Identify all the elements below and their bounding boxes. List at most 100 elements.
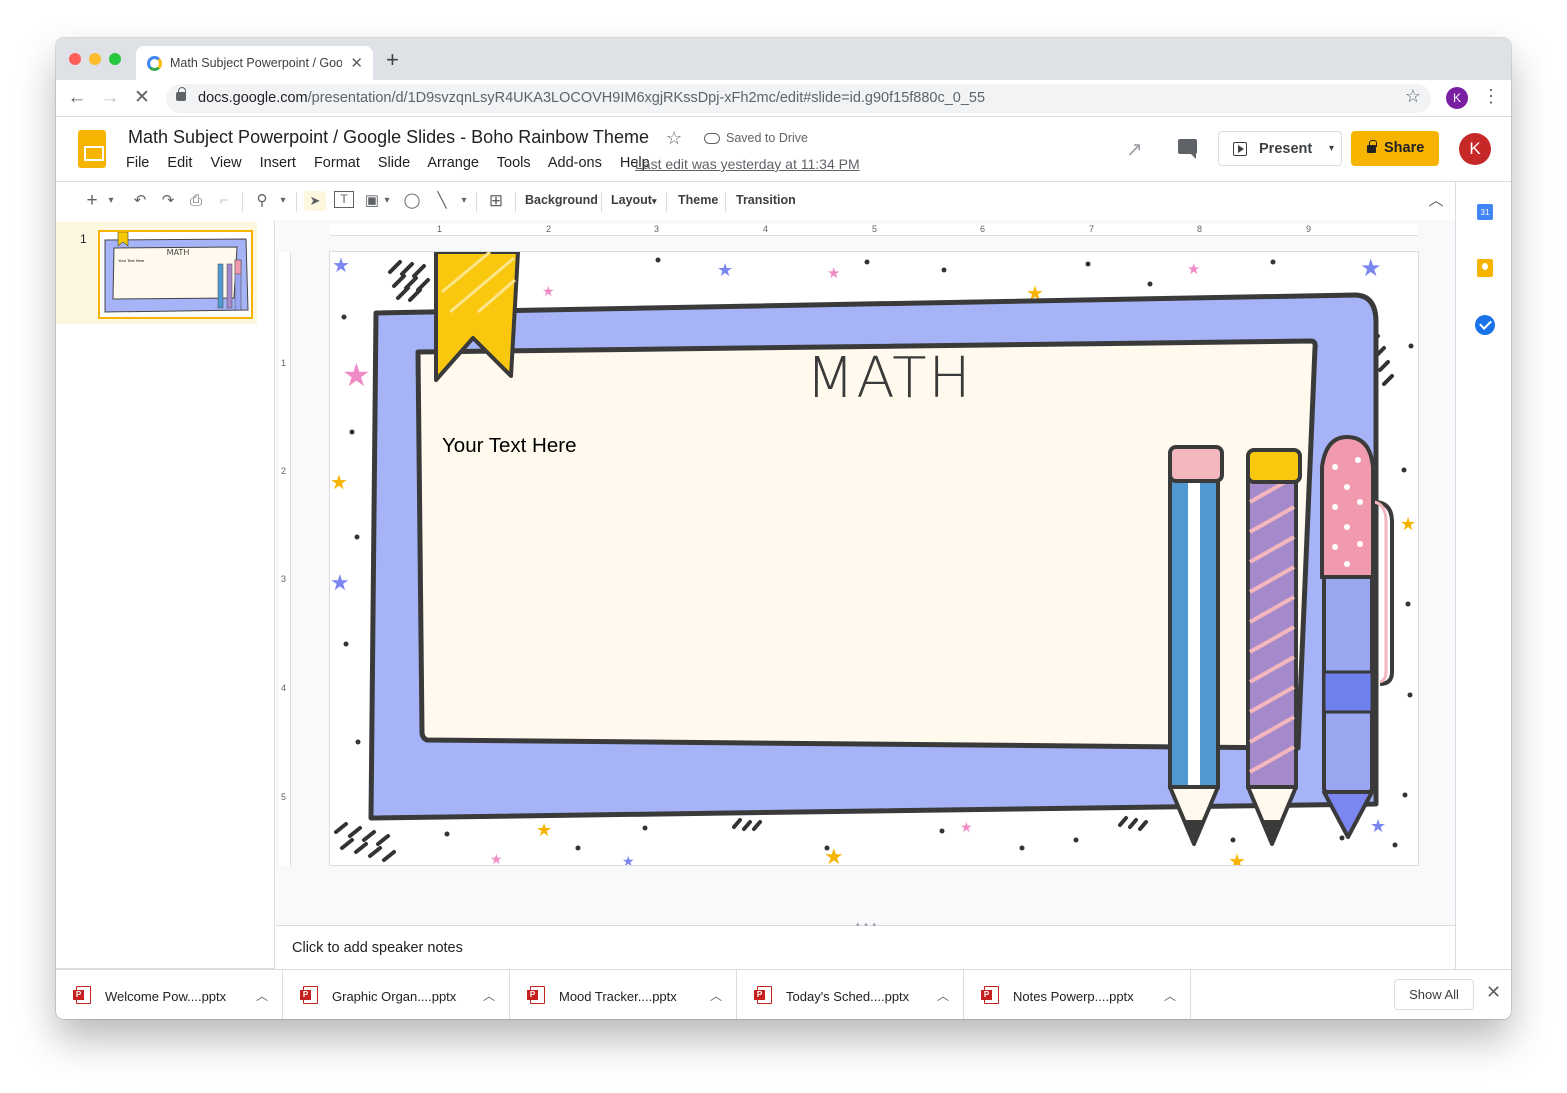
back-icon[interactable]: ←: [65, 86, 89, 110]
theme-button[interactable]: Theme: [678, 193, 718, 207]
pptx-file-icon: [73, 986, 91, 1004]
close-downloads-icon[interactable]: ✕: [1486, 982, 1501, 1003]
star-icon[interactable]: ☆: [666, 128, 682, 149]
menu-edit[interactable]: Edit: [167, 155, 192, 171]
slides-logo-icon[interactable]: [78, 130, 106, 168]
menu-tools[interactable]: Tools: [497, 155, 531, 171]
zoom-icon[interactable]: ⚲: [252, 191, 272, 211]
undo-icon[interactable]: ↶: [130, 191, 150, 211]
downloads-bar: Welcome Pow....pptx ︿ Graphic Organ....p…: [56, 969, 1511, 1019]
lock-icon: [176, 87, 186, 101]
paint-format-icon[interactable]: ⌐: [214, 191, 234, 211]
chevron-up-icon[interactable]: ︿: [256, 987, 268, 1004]
minimize-window-button[interactable]: [89, 53, 101, 65]
text-box-icon[interactable]: T: [334, 191, 354, 208]
menu-add-ons[interactable]: Add-ons: [548, 155, 602, 171]
saved-status: Saved to Drive: [726, 131, 808, 145]
menu-insert[interactable]: Insert: [260, 155, 296, 171]
toolbar-divider: [242, 192, 243, 212]
menu-format[interactable]: Format: [314, 155, 360, 171]
new-slide-caret-icon[interactable]: ▾: [106, 191, 116, 211]
slide-thumbnail[interactable]: MATH Your Text Here: [98, 230, 253, 319]
image-caret-icon[interactable]: ▾: [382, 191, 392, 211]
last-edit-link[interactable]: Last edit was yesterday at 11:34 PM: [635, 156, 860, 172]
menu-arrange[interactable]: Arrange: [427, 155, 479, 171]
notes-resize-handle[interactable]: • • •: [856, 920, 877, 931]
redo-icon[interactable]: ↷: [158, 191, 178, 211]
speaker-notes-placeholder[interactable]: Click to add speaker notes: [292, 940, 463, 956]
pptx-file-icon: [981, 986, 999, 1004]
calendar-icon[interactable]: 31: [1477, 204, 1493, 220]
ruler-number: 2: [281, 466, 287, 476]
slide-body-text[interactable]: Your Text Here: [442, 434, 576, 458]
share-button[interactable]: Share: [1351, 131, 1439, 166]
download-item[interactable]: Mood Tracker....pptx ︿: [510, 970, 737, 1019]
add-comment-icon[interactable]: ⊞: [486, 191, 506, 211]
toolbar-divider: [515, 192, 516, 212]
vertical-ruler[interactable]: 1 2 3 4 5: [279, 252, 291, 866]
tasks-icon[interactable]: [1475, 315, 1495, 335]
chevron-up-icon[interactable]: ︿: [1164, 987, 1176, 1004]
download-name: Today's Sched....pptx: [786, 989, 910, 1004]
account-avatar[interactable]: K: [1459, 133, 1491, 165]
forward-icon[interactable]: →: [98, 86, 122, 110]
new-slide-icon[interactable]: +: [82, 191, 102, 211]
download-item[interactable]: Today's Sched....pptx ︿: [737, 970, 964, 1019]
ruler-number: 2: [546, 224, 552, 234]
pptx-file-icon: [754, 986, 772, 1004]
ruler-number: 3: [654, 224, 660, 234]
chevron-up-icon[interactable]: ︿: [483, 987, 495, 1004]
shape-icon[interactable]: ◯: [402, 191, 422, 211]
pptx-file-icon: [527, 986, 545, 1004]
new-tab-button[interactable]: +: [386, 49, 399, 71]
chevron-up-icon[interactable]: ︿: [710, 987, 722, 1004]
toolbar-divider: [666, 192, 667, 212]
stop-loading-icon[interactable]: ✕: [130, 86, 154, 110]
keep-icon[interactable]: [1477, 259, 1493, 277]
omnibox[interactable]: docs.google.com/presentation/d/1D9svzqnL…: [166, 84, 1431, 113]
bookmark-star-icon[interactable]: ☆: [1405, 86, 1421, 107]
slide-title-text[interactable]: MATH: [806, 346, 971, 411]
svg-text:★: ★: [490, 852, 503, 865]
comment-history-icon[interactable]: [1178, 139, 1197, 159]
slide-canvas[interactable]: ★ ★ ★ ★ ★ ★ ★ ★ ★ ★ ★ ★ ★ ★ ★ ★ ★ ★ MATH…: [330, 252, 1418, 865]
download-item[interactable]: Welcome Pow....pptx ︿: [56, 970, 283, 1019]
document-title[interactable]: Math Subject Powerpoint / Google Slides …: [128, 127, 649, 148]
select-tool-icon[interactable]: ➤: [304, 191, 326, 211]
horizontal-ruler[interactable]: 1 2 3 4 5 6 7 8 9: [330, 224, 1418, 236]
menu-file[interactable]: File: [126, 155, 149, 171]
svg-text:★: ★: [827, 264, 840, 282]
browser-profile-avatar[interactable]: K: [1446, 87, 1468, 109]
side-panel: 31 ›: [1455, 182, 1511, 992]
layout-button[interactable]: Layout▾: [611, 193, 657, 207]
speaker-notes[interactable]: • • • Click to add speaker notes: [276, 920, 1455, 969]
line-icon[interactable]: ╲: [432, 191, 452, 211]
browser-menu-icon[interactable]: ⋮: [1482, 86, 1500, 107]
line-caret-icon[interactable]: ▾: [459, 191, 469, 211]
slide-thumbnail-row[interactable]: 1 MATH Your Text Here: [56, 222, 257, 324]
menu-slide[interactable]: Slide: [378, 155, 410, 171]
chevron-up-icon[interactable]: ︿: [937, 987, 949, 1004]
desktop: Math Subject Powerpoint / Goog ✕ + ← → ✕…: [0, 0, 1567, 1093]
menu-view[interactable]: View: [210, 155, 241, 171]
collapse-toolbar-icon[interactable]: ︿: [1426, 191, 1446, 211]
background-button[interactable]: Background: [525, 193, 598, 207]
activity-trend-icon[interactable]: ↗: [1126, 137, 1143, 162]
slides-header: Math Subject Powerpoint / Google Slides …: [56, 118, 1511, 182]
download-item[interactable]: Graphic Organ....pptx ︿: [283, 970, 510, 1019]
transition-button[interactable]: Transition: [736, 193, 796, 207]
zoom-window-button[interactable]: [109, 53, 121, 65]
close-window-button[interactable]: [69, 53, 81, 65]
url-text[interactable]: docs.google.com/presentation/d/1D9svzqnL…: [198, 90, 985, 106]
download-item[interactable]: Notes Powerp....pptx ︿: [964, 970, 1191, 1019]
show-all-downloads-button[interactable]: Show All: [1394, 979, 1474, 1010]
image-icon[interactable]: ▣: [362, 191, 382, 211]
present-play-icon: [1233, 142, 1247, 156]
zoom-caret-icon[interactable]: ▾: [278, 191, 288, 211]
present-button[interactable]: Present: [1218, 131, 1323, 166]
browser-tab[interactable]: Math Subject Powerpoint / Goog ✕: [136, 46, 373, 80]
present-label: Present: [1259, 141, 1313, 157]
print-icon[interactable]: ⎙: [186, 191, 206, 211]
present-options-dropdown[interactable]: ▾: [1322, 131, 1342, 166]
tab-close-icon[interactable]: ✕: [350, 54, 363, 72]
